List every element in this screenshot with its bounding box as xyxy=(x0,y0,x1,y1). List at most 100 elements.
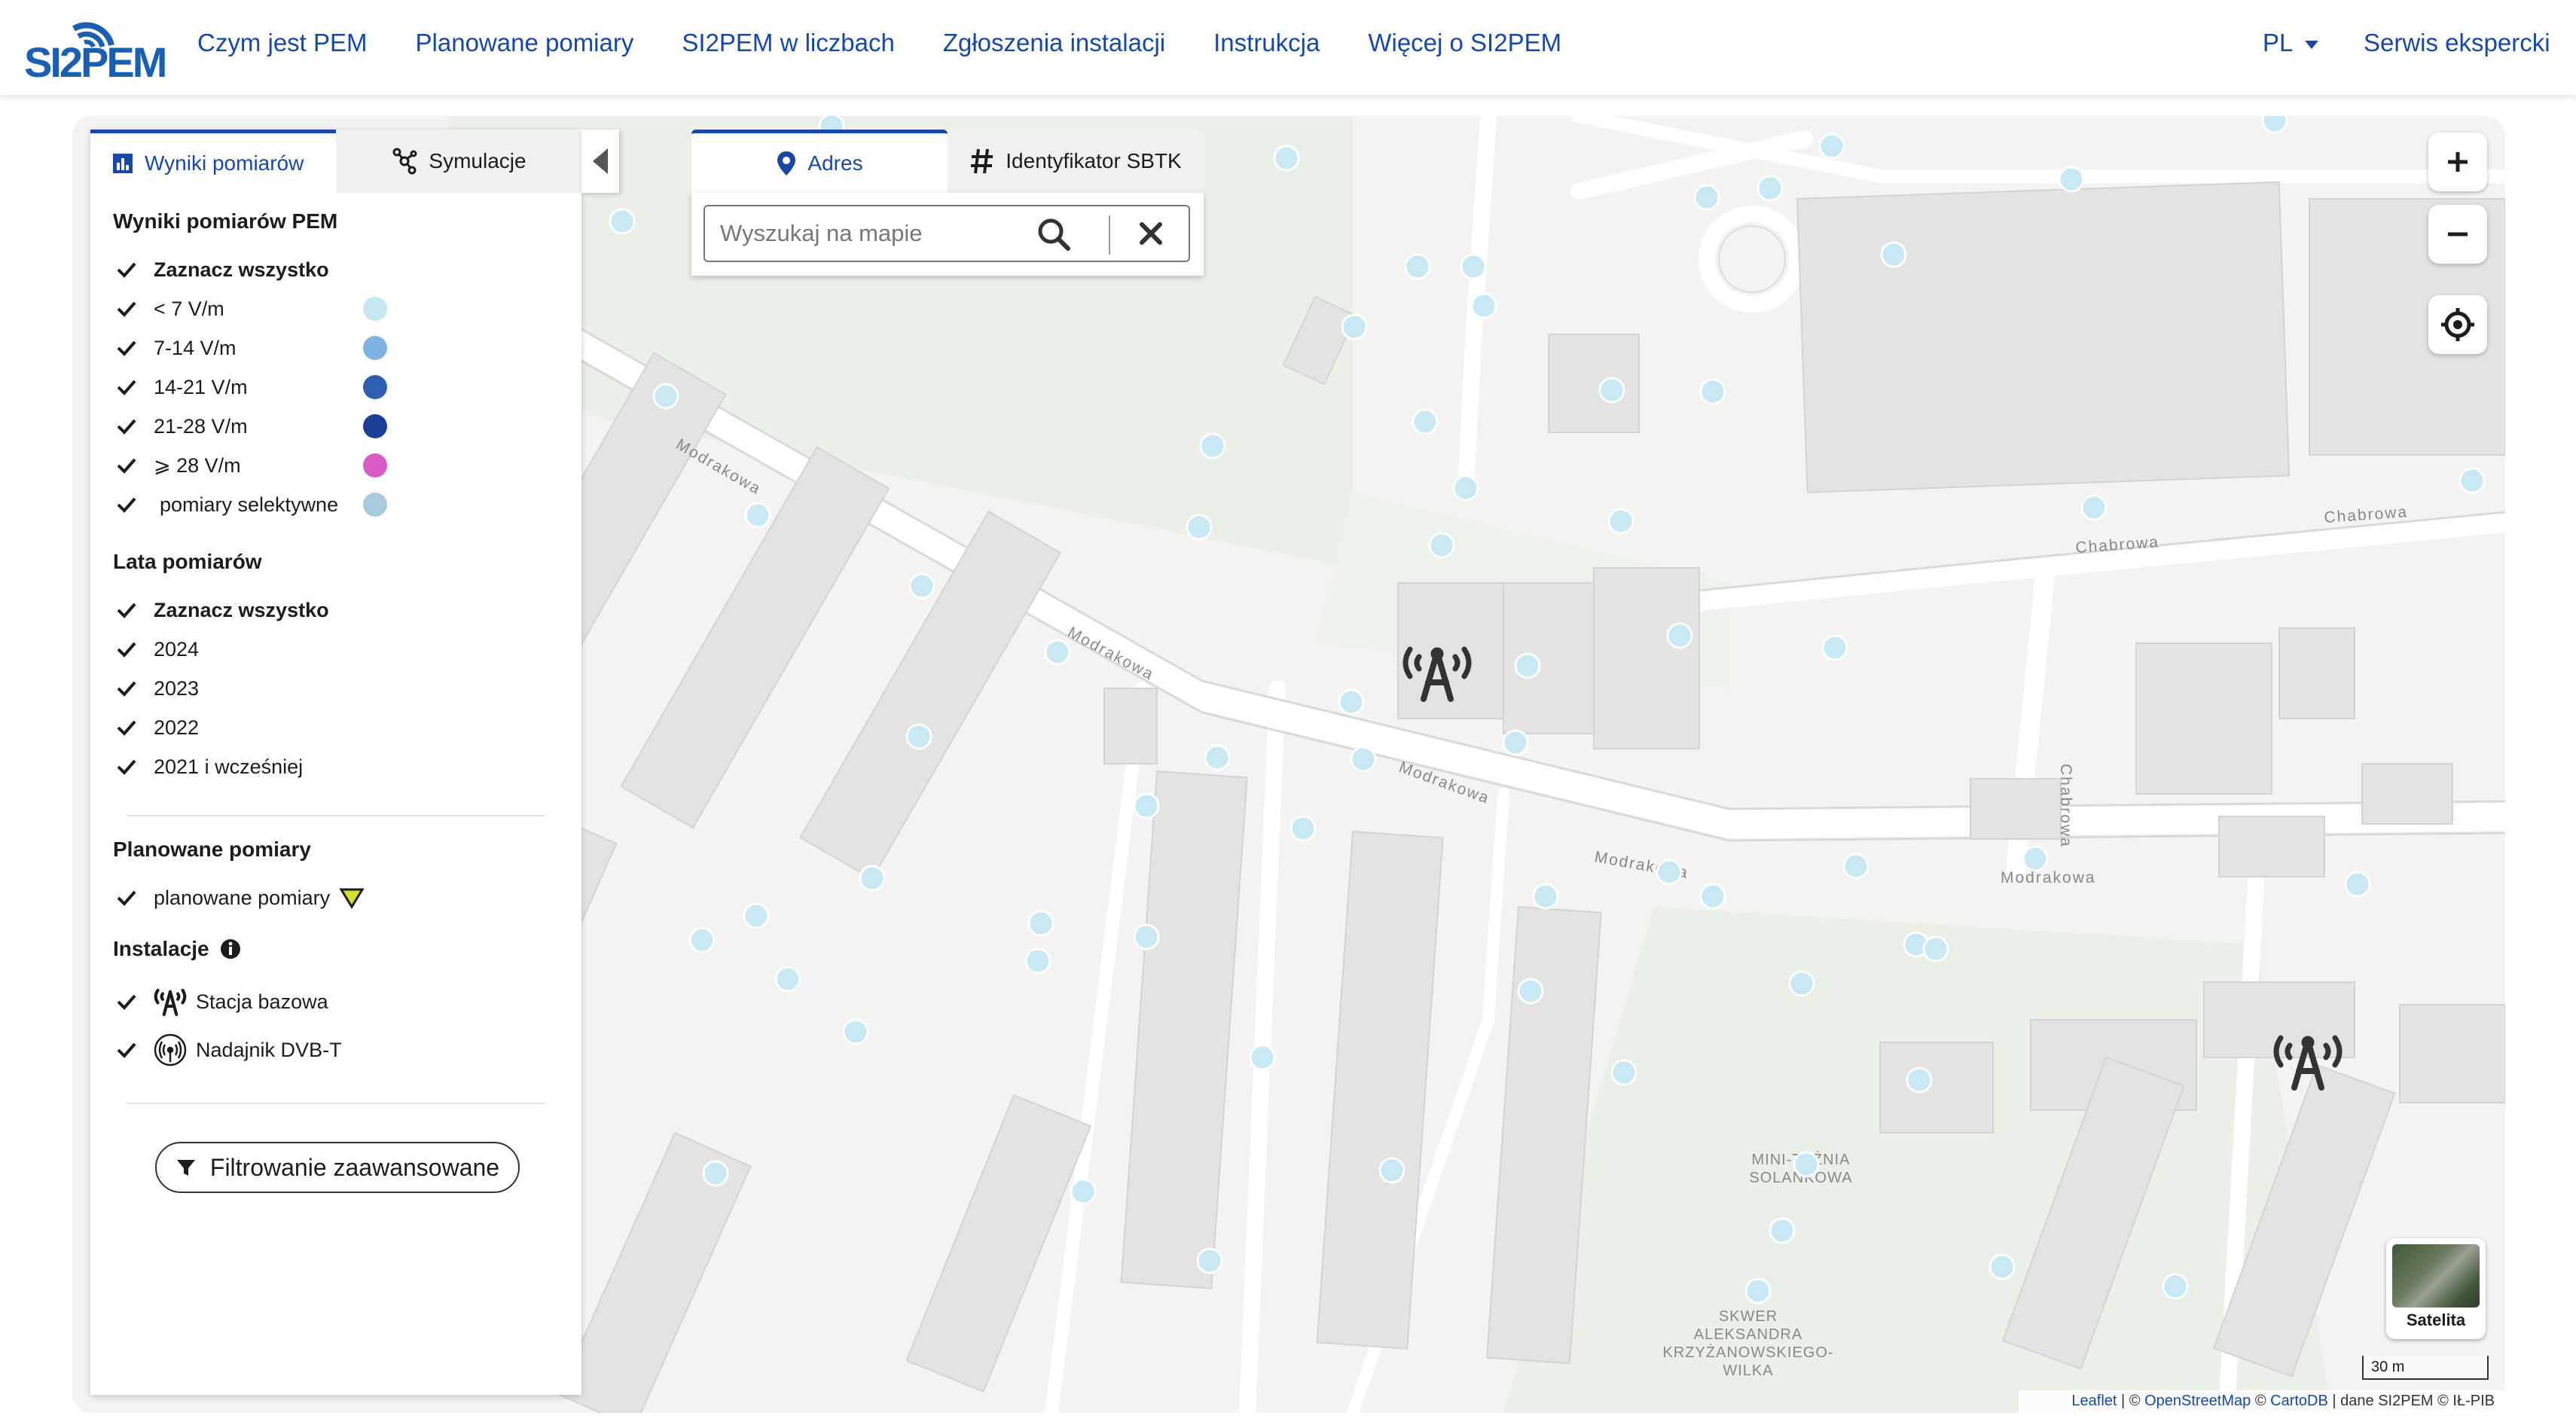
measurement-point[interactable] xyxy=(702,1160,729,1187)
nav-planowane-pomiary[interactable]: Planowane pomiary xyxy=(416,29,634,57)
carto-link[interactable]: CartoDB xyxy=(2270,1393,2328,1409)
measurement-point[interactable] xyxy=(1769,1217,1796,1244)
measurement-point[interactable] xyxy=(1070,1178,1097,1205)
nav-zgloszenia-instalacji[interactable]: Zgłoszenia instalacji xyxy=(943,29,1165,57)
measurement-point[interactable] xyxy=(908,572,935,600)
measurement-point[interactable] xyxy=(1532,883,1559,910)
measurement-point[interactable] xyxy=(1793,1151,1820,1178)
info-icon[interactable] xyxy=(220,938,241,960)
satellite-layer-toggle[interactable]: Satelita xyxy=(2386,1238,2486,1339)
measurement-point[interactable] xyxy=(1693,184,1720,211)
measurement-point[interactable] xyxy=(652,383,679,410)
zoom-out-button[interactable] xyxy=(2428,205,2487,264)
measurement-point[interactable] xyxy=(1502,729,1529,756)
checkbox-year-2022[interactable]: 2022 xyxy=(113,712,199,743)
measurement-point[interactable] xyxy=(1133,923,1160,951)
checkbox-dvbt[interactable]: Nadajnik DVB-T xyxy=(113,1033,342,1066)
si2pem-logo[interactable]: SI2PEM xyxy=(21,11,167,86)
measurement-point[interactable] xyxy=(1404,253,1431,280)
advanced-filter-button[interactable]: Filtrowanie zaawansowane xyxy=(155,1142,520,1193)
measurement-point[interactable] xyxy=(1598,377,1625,404)
checkbox-year-2023[interactable]: 2023 xyxy=(113,673,199,703)
measurement-point[interactable] xyxy=(1757,175,1784,202)
expert-service-link[interactable]: Serwis ekspercki xyxy=(2364,29,2550,57)
zoom-in-button[interactable] xyxy=(2428,133,2487,191)
measurement-point[interactable] xyxy=(1818,133,1845,160)
measurement-point[interactable] xyxy=(1666,622,1693,649)
measurement-point[interactable] xyxy=(2080,494,2107,521)
tab-address[interactable]: Adres xyxy=(691,130,948,193)
checkbox-range-7-14[interactable]: 7-14 V/m xyxy=(113,333,237,363)
measurement-point[interactable] xyxy=(1204,744,1231,771)
measurement-point[interactable] xyxy=(688,926,716,954)
leaflet-link[interactable]: Leaflet xyxy=(2071,1393,2117,1409)
checkbox-range-21-28[interactable]: 21-28 V/m xyxy=(113,411,248,441)
language-dropdown[interactable]: PL xyxy=(2263,29,2319,57)
nav-wiecej-o-si2pem[interactable]: Więcej o SI2PEM xyxy=(1368,29,1561,57)
measurement-point[interactable] xyxy=(1428,532,1455,559)
measurement-point[interactable] xyxy=(609,208,636,235)
measurement-point[interactable] xyxy=(1378,1157,1406,1184)
tab-measurement-results[interactable]: Wyniki pomiarów xyxy=(90,130,336,193)
measurement-point[interactable] xyxy=(1988,1253,2016,1280)
locate-me-button[interactable] xyxy=(2428,295,2487,354)
measurement-point[interactable] xyxy=(1341,313,1368,340)
measurement-point[interactable] xyxy=(1821,634,1848,661)
tab-sbtk-id[interactable]: Identyfikator SBTK xyxy=(948,130,1204,193)
checkbox-range-gte28[interactable]: ⩾ 28 V/m xyxy=(113,450,241,481)
measurement-point[interactable] xyxy=(1199,432,1226,459)
measurement-point[interactable] xyxy=(2261,116,2288,134)
measurement-point[interactable] xyxy=(1273,145,1300,172)
checkbox-planned[interactable]: planowane pomiary xyxy=(113,883,365,913)
measurement-point[interactable] xyxy=(1024,947,1051,975)
measurement-point[interactable] xyxy=(1517,978,1544,1005)
measurement-point[interactable] xyxy=(1186,514,1213,541)
osm-link[interactable]: OpenStreetMap xyxy=(2144,1393,2251,1409)
measurement-point[interactable] xyxy=(1699,378,1726,405)
measurement-point[interactable] xyxy=(2022,845,2049,872)
measurement-point[interactable] xyxy=(1880,241,1907,268)
measurement-point[interactable] xyxy=(1044,639,1071,666)
checkbox-results-select-all[interactable]: Zaznacz wszystko xyxy=(113,255,329,285)
checkbox-base-station[interactable]: Stacja bazowa xyxy=(113,987,328,1017)
measurement-point[interactable] xyxy=(1922,935,1949,963)
measurement-point[interactable] xyxy=(744,502,771,529)
tab-simulation[interactable]: Symulacje xyxy=(336,130,581,193)
measurement-point[interactable] xyxy=(1788,970,1815,997)
measurement-point[interactable] xyxy=(905,723,932,750)
measurement-point[interactable] xyxy=(1470,292,1497,319)
measurement-point[interactable] xyxy=(1350,746,1377,773)
close-icon[interactable] xyxy=(1137,220,1164,247)
measurement-point[interactable] xyxy=(1133,792,1160,819)
measurement-point[interactable] xyxy=(2458,467,2486,494)
nav-czym-jest-pem[interactable]: Czym jest PEM xyxy=(197,29,368,57)
measurement-point[interactable] xyxy=(1744,1277,1772,1304)
measurement-point[interactable] xyxy=(1249,1044,1276,1071)
measurement-point[interactable] xyxy=(743,902,770,929)
measurement-point[interactable] xyxy=(1196,1247,1223,1274)
collapse-panel-button[interactable] xyxy=(581,130,619,193)
checkbox-selective[interactable]: pomiary selektywne xyxy=(113,490,338,520)
measurement-point[interactable] xyxy=(1460,253,1487,280)
measurement-point[interactable] xyxy=(2162,1273,2189,1300)
measurement-point[interactable] xyxy=(1842,853,1869,880)
nav-si2pem-w-liczbach[interactable]: SI2PEM w liczbach xyxy=(682,29,894,57)
measurement-point[interactable] xyxy=(1412,408,1439,435)
checkbox-year-2024[interactable]: 2024 xyxy=(113,634,199,664)
checkbox-year-2021-earlier[interactable]: 2021 i wcześniej xyxy=(113,752,303,782)
measurement-point[interactable] xyxy=(774,966,801,993)
measurement-point[interactable] xyxy=(1452,474,1479,502)
measurement-point[interactable] xyxy=(1610,1059,1637,1086)
checkbox-range-lt7[interactable]: < 7 V/m xyxy=(113,294,224,324)
measurement-point[interactable] xyxy=(859,865,886,892)
measurement-point[interactable] xyxy=(2058,166,2085,193)
measurement-point[interactable] xyxy=(1338,688,1365,716)
measurement-point[interactable] xyxy=(1290,815,1317,842)
measurement-point[interactable] xyxy=(1699,883,1726,910)
checkbox-range-14-21[interactable]: 14-21 V/m xyxy=(113,372,248,402)
nav-instrukcja[interactable]: Instrukcja xyxy=(1213,29,1320,57)
measurement-point[interactable] xyxy=(2344,871,2371,898)
search-icon[interactable] xyxy=(1036,217,1071,252)
measurement-point[interactable] xyxy=(1656,859,1683,886)
search-input[interactable] xyxy=(720,214,1021,253)
